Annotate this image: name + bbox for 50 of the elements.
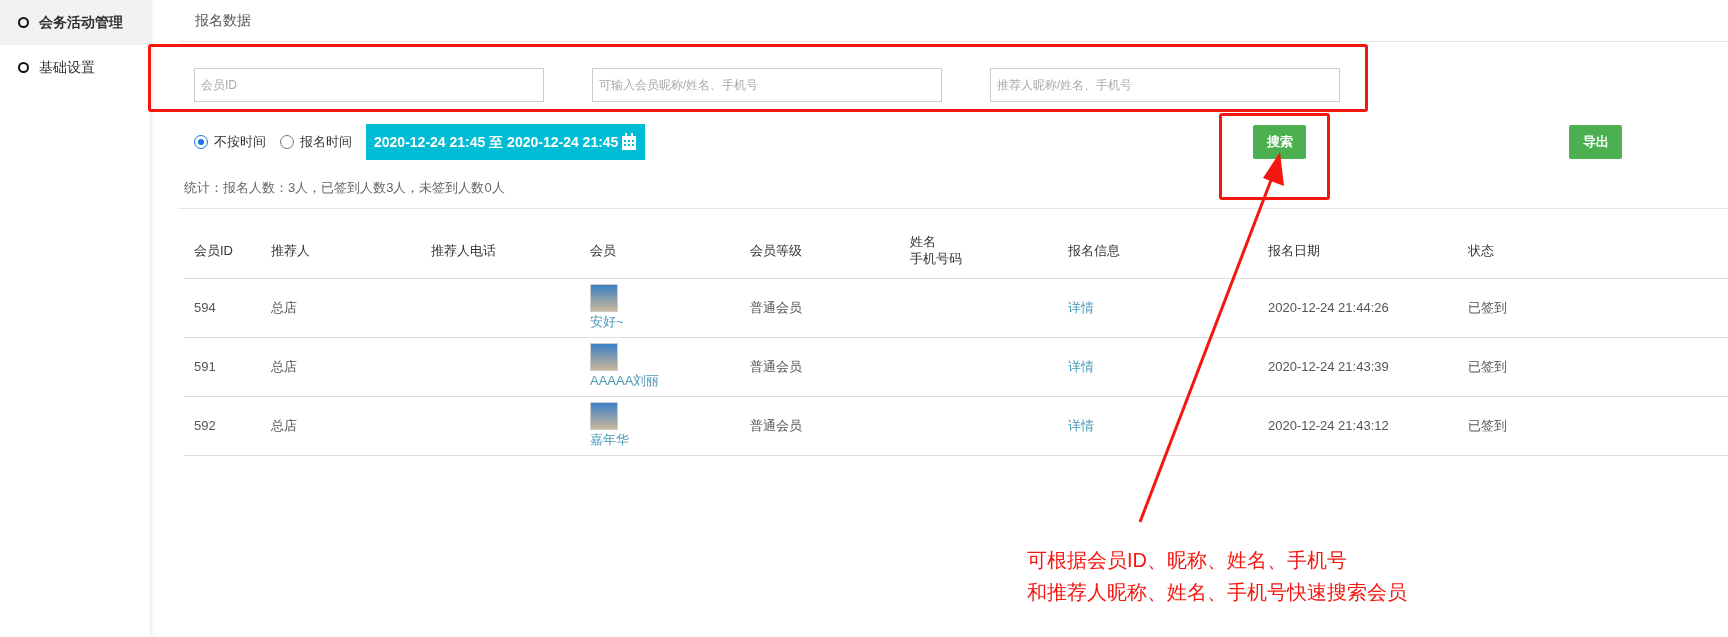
column-header: 推荐人 <box>271 242 311 260</box>
circle-icon <box>18 62 29 73</box>
search-field[interactable]: 推荐人昵称/姓名、手机号 <box>990 68 1340 102</box>
details-link[interactable]: 详情 <box>1068 359 1094 375</box>
table-cell: 2020-12-24 21:43:12 <box>1258 396 1458 456</box>
table-cell: 已签到 <box>1458 337 1728 397</box>
photo-placeholder <box>590 284 618 313</box>
annotation-text: 可根据会员ID、昵称、姓名、手机号 <box>1027 548 1348 573</box>
table-cell: 591 <box>184 337 261 397</box>
table-cell: 总店 <box>261 278 421 338</box>
annotation-text: 和推荐人昵称、姓名、手机号快速搜索会员 <box>1027 580 1407 605</box>
table-cell: 总店 <box>261 337 421 397</box>
column-header: 报名信息 <box>1068 242 1121 260</box>
sidebar-item[interactable]: 基础设置 <box>0 45 150 90</box>
column-header: 状态 <box>1468 242 1495 260</box>
sidebar-item[interactable]: 会务活动管理 <box>0 0 150 45</box>
column-header: 会员等级 <box>750 242 803 260</box>
search-field[interactable]: 可输入会员昵称/姓名、手机号 <box>592 68 942 102</box>
date-range-button[interactable]: 2020-12-24 21:45 至 2020-12-24 21:45 <box>366 124 646 160</box>
details-link[interactable]: 详情 <box>1068 418 1094 434</box>
table-cell: 普通会员 <box>740 278 900 338</box>
column-header: 会员ID <box>194 242 234 260</box>
member-link[interactable]: 安好~ <box>590 314 624 330</box>
table-cell: 2020-12-24 21:44:26 <box>1258 278 1458 338</box>
table-cell: 普通会员 <box>740 396 900 456</box>
export-button[interactable]: 导出 <box>1569 125 1623 159</box>
table-cell: 总店 <box>261 396 421 456</box>
table-cell: 已签到 <box>1458 396 1728 456</box>
table-cell: 594 <box>184 278 261 338</box>
table-cell: 592 <box>184 396 261 456</box>
details-link[interactable]: 详情 <box>1068 300 1094 316</box>
member-link[interactable]: AAAAA刘丽 <box>590 373 660 389</box>
circle-icon <box>18 17 29 28</box>
table-cell: 2020-12-24 21:43:39 <box>1258 337 1458 397</box>
table-cell: 普通会员 <box>740 337 900 397</box>
search-field[interactable]: 会员ID <box>194 68 544 102</box>
table-cell: 已签到 <box>1458 278 1728 338</box>
calendar-icon <box>621 133 638 151</box>
page-title: 报名数据 <box>178 0 1728 42</box>
photo-placeholder <box>590 343 618 372</box>
member-link[interactable]: 嘉年华 <box>590 432 629 448</box>
search-button[interactable]: 搜索 <box>1253 125 1307 159</box>
column-header: 姓名 <box>910 234 937 252</box>
column-header: 会员 <box>590 242 617 260</box>
photo-placeholder <box>590 402 618 431</box>
radio-option[interactable]: 不按时间 <box>194 132 266 152</box>
column-header: 报名日期 <box>1268 242 1321 260</box>
radio-option[interactable]: 报名时间 <box>280 132 352 152</box>
column-header: 推荐人电话 <box>431 242 497 260</box>
column-header: 手机号码 <box>910 251 963 269</box>
